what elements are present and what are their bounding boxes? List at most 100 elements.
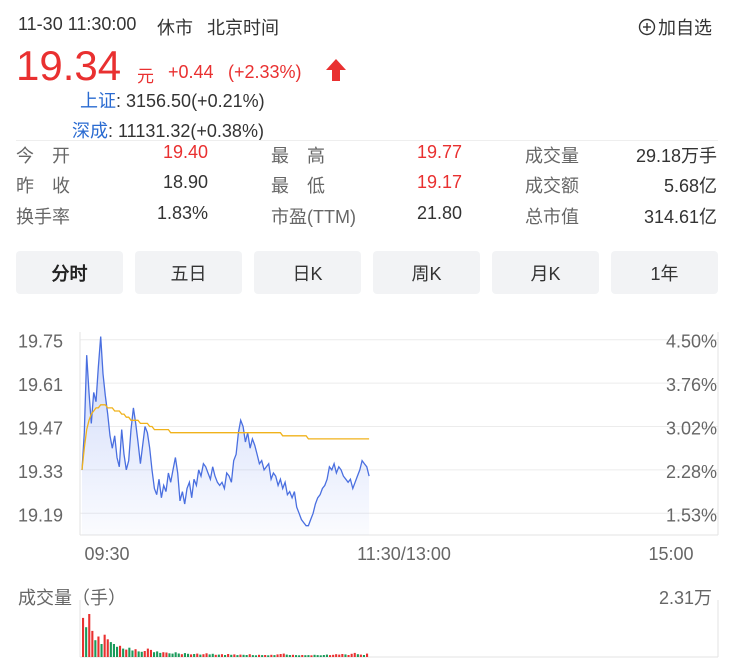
volume-bar bbox=[149, 649, 152, 657]
stat-value: 314.61亿 bbox=[643, 207, 717, 227]
y-tick-label-right: 1.53% bbox=[666, 505, 717, 525]
current-price: 19.34 bbox=[16, 42, 122, 89]
volume-bar bbox=[298, 655, 301, 657]
tab-3[interactable]: 周K bbox=[373, 251, 480, 294]
y-tick-label-left: 19.33 bbox=[18, 462, 63, 482]
stat-label: 市盈(TTM) bbox=[271, 207, 356, 227]
y-tick-label-left: 19.19 bbox=[18, 505, 63, 525]
stat-label: 昨 收 bbox=[16, 176, 70, 196]
index-row-sh[interactable]: 上证: 3156.50(+0.21%) bbox=[80, 87, 265, 113]
volume-bar bbox=[267, 655, 270, 657]
y-tick-label-left: 19.75 bbox=[18, 332, 63, 352]
volume-bar bbox=[153, 652, 156, 657]
intraday-chart-svg: 19.75 19.61 19.47 19.33 19.19 4.50% 3.76% 3.02%… bbox=[18, 332, 719, 564]
volume-bar bbox=[116, 646, 119, 657]
volume-bar bbox=[190, 654, 193, 657]
index-name-sz: 深成 bbox=[72, 121, 108, 141]
volume-bar bbox=[109, 642, 112, 657]
volume-bar bbox=[227, 654, 230, 657]
tab-1[interactable]: 五日 bbox=[135, 251, 242, 294]
volume-bar bbox=[254, 655, 257, 657]
stat-value: 1.83% bbox=[156, 203, 208, 223]
volume-bar bbox=[316, 655, 319, 657]
volume-bar bbox=[359, 654, 362, 657]
volume-bar bbox=[273, 655, 276, 657]
volume-bar bbox=[251, 655, 254, 657]
volume-bar bbox=[282, 653, 285, 657]
tab-5[interactable]: 1年 bbox=[611, 251, 718, 294]
volume-bar bbox=[214, 654, 217, 657]
volume-bar bbox=[332, 654, 335, 657]
volume-bar bbox=[242, 654, 245, 657]
volume-bar bbox=[128, 647, 131, 657]
volume-bar bbox=[295, 655, 298, 657]
volume-bar bbox=[279, 654, 282, 657]
volume-bar bbox=[82, 617, 85, 657]
stat-value: 29.18万手 bbox=[635, 146, 717, 166]
volume-bar bbox=[239, 654, 242, 657]
volume-bar bbox=[119, 645, 122, 657]
volume-bar bbox=[199, 654, 202, 657]
volume-bar bbox=[208, 654, 211, 657]
volume-bar bbox=[264, 655, 267, 657]
arrow-up-icon bbox=[325, 58, 347, 87]
volume-bar bbox=[94, 640, 97, 657]
stat-value: 18.90 bbox=[162, 172, 208, 192]
volume-bar bbox=[156, 651, 159, 657]
volume-bar bbox=[140, 651, 143, 657]
volume-bar bbox=[258, 654, 261, 657]
volume-bar bbox=[165, 652, 168, 657]
volume-bar bbox=[353, 652, 356, 657]
y-tick-label-right: 4.50% bbox=[666, 332, 717, 352]
volume-bar bbox=[202, 654, 205, 657]
market-status: 休市 bbox=[157, 18, 193, 38]
volume-bar bbox=[261, 655, 264, 657]
volume-bar bbox=[125, 649, 128, 657]
index-value-sh: : 3156.50(+0.21%) bbox=[116, 91, 265, 111]
volume-bar bbox=[325, 654, 328, 657]
volume-bar bbox=[159, 652, 162, 657]
volume-bar bbox=[230, 654, 233, 657]
volume-bar bbox=[187, 653, 190, 657]
volume-bar bbox=[245, 655, 248, 657]
tab-2[interactable]: 日K bbox=[254, 251, 361, 294]
volume-bar bbox=[356, 654, 359, 657]
volume-bar bbox=[307, 655, 310, 657]
volume-bar bbox=[162, 652, 165, 657]
tab-4[interactable]: 月K bbox=[492, 251, 599, 294]
volume-bar bbox=[220, 654, 223, 657]
y-tick-label-right: 3.02% bbox=[666, 419, 717, 439]
intraday-chart: 19.75 19.61 19.47 19.33 19.19 4.50% 3.76% 3.02%… bbox=[0, 300, 739, 570]
volume-bar bbox=[288, 655, 291, 657]
price-unit: 元 bbox=[137, 67, 154, 86]
stat-label: 成交额 bbox=[525, 176, 579, 196]
volume-bar bbox=[248, 654, 251, 657]
volume-bar bbox=[341, 654, 344, 657]
add-watchlist-button[interactable]: 加自选 bbox=[638, 14, 712, 40]
volume-chart-svg bbox=[79, 600, 719, 658]
stat-value: 19.40 bbox=[162, 142, 208, 162]
volume-bar bbox=[335, 654, 338, 657]
stat-label: 今 开 bbox=[16, 146, 70, 166]
volume-bar bbox=[97, 636, 100, 657]
stat-label: 换手率 bbox=[16, 207, 70, 227]
volume-bar bbox=[106, 639, 109, 657]
volume-bar bbox=[146, 648, 149, 657]
y-tick-label-left: 19.61 bbox=[18, 375, 63, 395]
x-tick-label: 09:30 bbox=[84, 544, 129, 564]
volume-bar bbox=[177, 653, 180, 657]
volume-bar bbox=[196, 653, 199, 657]
index-value-sz: : 11131.32(+0.38%) bbox=[108, 121, 264, 141]
index-name-sh: 上证 bbox=[80, 91, 116, 111]
price-area bbox=[82, 336, 370, 535]
plus-circle-icon bbox=[638, 18, 656, 36]
volume-bar bbox=[344, 654, 347, 657]
divider bbox=[16, 140, 718, 141]
stat-label: 最 低 bbox=[271, 176, 325, 196]
volume-bar bbox=[270, 654, 273, 657]
tab-0[interactable]: 分时 bbox=[16, 251, 123, 294]
volume-bar bbox=[88, 614, 91, 657]
volume-bar bbox=[183, 653, 186, 657]
volume-bar bbox=[85, 627, 88, 657]
price-change-pct: (+2.33%) bbox=[228, 62, 302, 82]
